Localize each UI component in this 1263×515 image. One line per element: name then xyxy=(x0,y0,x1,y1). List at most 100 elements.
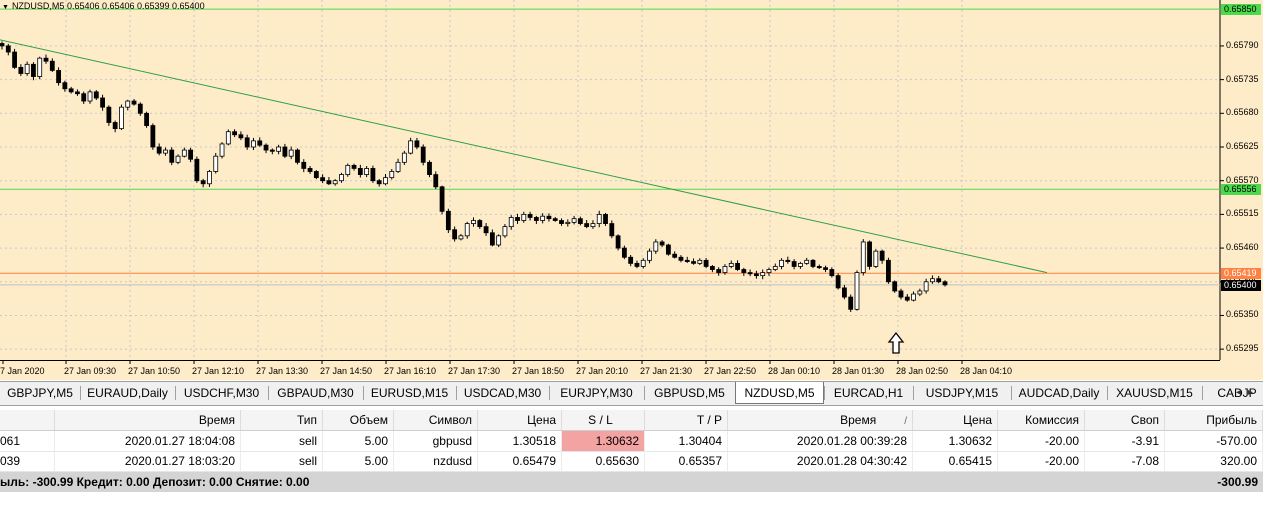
col-tp-cell[interactable]: 1.30404 xyxy=(645,431,728,452)
col-profit-header[interactable]: Прибыль xyxy=(1165,410,1263,431)
col-sl-header[interactable]: S / L xyxy=(562,410,645,431)
candle xyxy=(603,212,608,226)
candle xyxy=(647,248,652,264)
col-symbol-cell[interactable]: nzdusd xyxy=(394,451,478,472)
col-swap-cell[interactable]: -7.08 xyxy=(1085,451,1165,472)
trendline-segment[interactable] xyxy=(0,39,1048,274)
scroll-right-icon[interactable]: ▸ xyxy=(1248,382,1253,404)
candle xyxy=(634,260,640,269)
col-ticket-header[interactable] xyxy=(0,410,55,431)
tab-cadjp[interactable]: CADJP xyxy=(1202,382,1263,404)
tab-gbpjpy-m5[interactable]: GBPJPY,M5 xyxy=(0,382,80,404)
candle xyxy=(106,105,112,126)
tab-usdchf-m30[interactable]: USDCHF,M30 xyxy=(175,382,268,404)
col-symbol-cell[interactable]: gbpusd xyxy=(394,431,478,452)
chart-menu-icon[interactable]: ▼ xyxy=(2,4,9,11)
tab-audcad-daily[interactable]: AUDCAD,Daily xyxy=(1011,382,1107,404)
tab-nzdusd-m5[interactable]: NZDUSD,M5 xyxy=(735,382,824,404)
candle xyxy=(703,258,709,269)
col-close-price-cell[interactable]: 1.30632 xyxy=(913,431,998,452)
candle xyxy=(414,137,420,150)
chart-canvas[interactable] xyxy=(0,0,1263,380)
tab-euraud-daily[interactable]: EURAUD,Daily xyxy=(80,382,175,404)
col-open-time-cell[interactable]: 2020.01.27 18:03:20 xyxy=(55,451,241,472)
candle xyxy=(930,275,935,284)
candle xyxy=(741,267,747,276)
tab-gbpusd-m5[interactable]: GBPUSD,M5 xyxy=(644,382,735,404)
scroll-left-icon[interactable]: ◂ xyxy=(1236,382,1241,404)
col-type-cell[interactable]: sell xyxy=(241,451,323,472)
candle xyxy=(571,215,577,225)
candle xyxy=(917,288,923,297)
col-price-cell[interactable]: 1.30518 xyxy=(478,431,562,452)
col-swap-header[interactable]: Своп xyxy=(1085,410,1165,431)
account-summary: ыль: -300.99 Кредит: 0.00 Депозит: 0.00 … xyxy=(0,472,1263,492)
candle xyxy=(728,260,734,269)
candle xyxy=(596,210,602,228)
candle xyxy=(936,275,942,284)
col-profit-cell[interactable]: -570.00 xyxy=(1165,431,1263,452)
candle xyxy=(339,172,344,183)
candle xyxy=(376,178,382,187)
col-ticket-cell[interactable]: 061 xyxy=(0,431,55,452)
candle xyxy=(552,216,558,222)
col-close-price-cell[interactable]: 0.65415 xyxy=(913,451,998,472)
candle xyxy=(716,267,722,276)
candle xyxy=(879,249,885,264)
chart-title-text: NZDUSD,M5 0.65406 0.65406 0.65399 0.6540… xyxy=(11,1,205,11)
time-tick-label: 27 Jan 14:50 xyxy=(320,366,373,376)
candle xyxy=(238,131,244,141)
col-volume-cell[interactable]: 5.00 xyxy=(323,431,394,452)
col-volume-header[interactable]: Объем xyxy=(323,410,394,431)
col-commission-cell[interactable]: -20.00 xyxy=(998,431,1085,452)
candle xyxy=(332,179,338,186)
col-commission-cell[interactable]: -20.00 xyxy=(998,451,1085,472)
candle xyxy=(527,211,533,221)
time-tick-label: 27 Jan 13:30 xyxy=(256,366,309,376)
candle xyxy=(873,249,879,269)
candle xyxy=(263,143,269,154)
col-tp-header[interactable]: T / P xyxy=(645,410,728,431)
candle xyxy=(860,239,866,276)
candle xyxy=(464,221,470,239)
chart-tabs: GBPJPY,M5 EURAUD,Daily USDCHF,M30 GBPAUD,M3… xyxy=(0,381,1263,406)
col-close-time-header[interactable]: Время / xyxy=(728,410,913,431)
tab-xauusd-m15[interactable]: XAUUSD,M15 xyxy=(1107,382,1202,404)
price-tick-label: 0.65680 xyxy=(1226,107,1259,118)
trendline[interactable] xyxy=(0,39,1048,274)
col-close-time-cell[interactable]: 2020.01.28 04:30:42 xyxy=(728,451,913,472)
col-swap-cell[interactable]: -3.91 xyxy=(1085,431,1165,452)
candle xyxy=(408,137,414,155)
candle xyxy=(489,229,495,247)
col-open-time-header[interactable]: Время xyxy=(55,410,241,431)
tab-eurusd-m15[interactable]: EURUSD,M15 xyxy=(363,382,456,404)
up-arrow-icon[interactable] xyxy=(887,331,905,354)
candle xyxy=(282,143,288,159)
chart-title: ▼ NZDUSD,M5 0.65406 0.65406 0.65399 0.654… xyxy=(2,1,205,11)
tab-gbpaud-m30[interactable]: GBPAUD,M30 xyxy=(268,382,363,404)
col-type-cell[interactable]: sell xyxy=(241,431,323,452)
col-sl-cell[interactable]: 1.30632 xyxy=(562,431,645,452)
tab-usdcad-m30[interactable]: USDCAD,M30 xyxy=(456,382,549,404)
col-price-header[interactable]: Цена xyxy=(478,410,562,431)
tab-usdjpy-m15[interactable]: USDJPY,M15 xyxy=(913,382,1011,404)
col-volume-cell[interactable]: 5.00 xyxy=(323,451,394,472)
price-chart[interactable]: ▼ NZDUSD,M5 0.65406 0.65406 0.65399 0.654… xyxy=(0,0,1263,380)
col-price-cell[interactable]: 0.65479 xyxy=(478,451,562,472)
bid-price-tag: 0.65400 xyxy=(1221,279,1261,291)
col-symbol-header[interactable]: Символ xyxy=(394,410,478,431)
candle xyxy=(307,165,313,174)
col-profit-cell[interactable]: 320.00 xyxy=(1165,451,1263,472)
col-close-price-header[interactable]: Цена xyxy=(913,410,998,431)
tab-eurjpy-m30[interactable]: EURJPY,M30 xyxy=(549,382,644,404)
col-ticket-cell[interactable]: 039 xyxy=(0,451,55,472)
col-close-time-cell[interactable]: 2020.01.28 00:39:28 xyxy=(728,431,913,452)
col-open-time-cell[interactable]: 2020.01.27 18:04:08 xyxy=(55,431,241,452)
col-type-header[interactable]: Тип xyxy=(241,410,323,431)
col-commission-header[interactable]: Комиссия xyxy=(998,410,1085,431)
candle xyxy=(672,251,678,259)
tab-eurcad-h1[interactable]: EURCAD,H1 xyxy=(824,382,913,404)
col-sl-cell[interactable]: 0.65630 xyxy=(562,451,645,472)
candle xyxy=(609,220,615,239)
col-tp-cell[interactable]: 0.65357 xyxy=(645,451,728,472)
